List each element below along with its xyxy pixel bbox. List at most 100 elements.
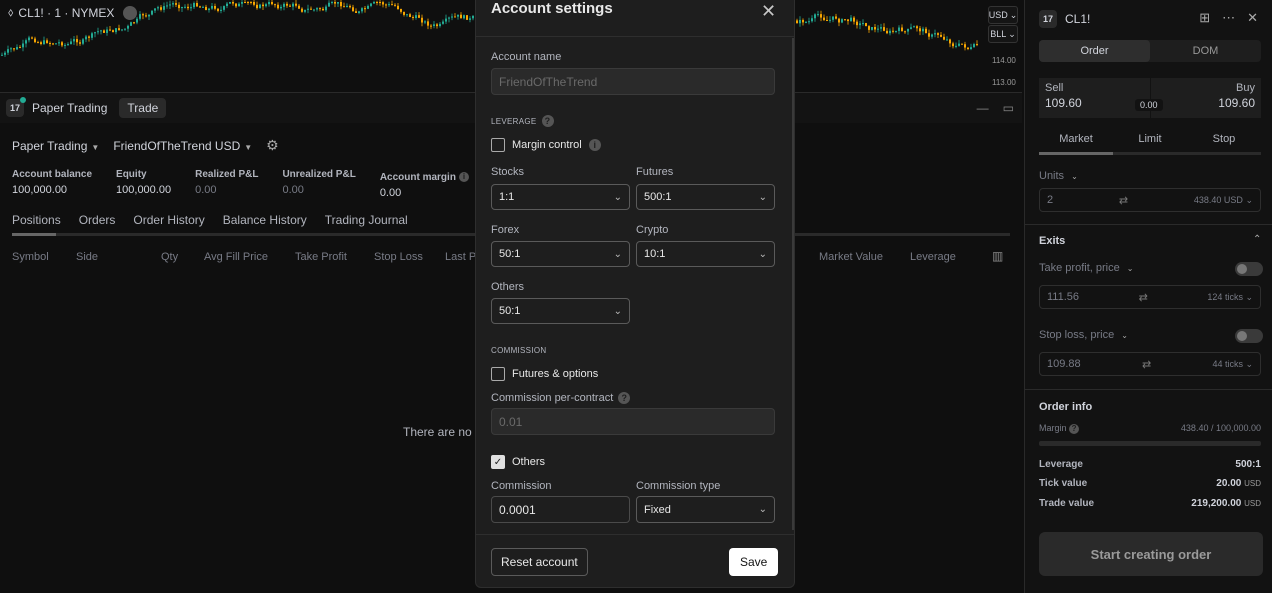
columns-settings-icon[interactable]: ▥ [992, 249, 1003, 263]
futures-options-checkbox[interactable] [491, 367, 505, 381]
crypto-leverage-select[interactable]: 10:1 ⌄ [636, 241, 775, 267]
account-dropdown[interactable]: FriendOfTheTrend USD ▼ [113, 139, 252, 153]
account-type-dropdown[interactable]: Paper Trading ▼ [12, 139, 99, 153]
column-header[interactable]: Last P [445, 251, 476, 263]
commission-input[interactable]: 0.0001 [491, 496, 630, 523]
swap-icon[interactable]: ⇄ [1119, 194, 1128, 207]
candle-body [46, 40, 48, 43]
help-icon[interactable]: ? [541, 115, 554, 127]
help-icon[interactable]: ? [618, 392, 631, 404]
gear-icon[interactable]: ⚙ [266, 137, 279, 154]
candle-body [82, 39, 84, 44]
tab-order-history[interactable]: Order History [133, 213, 204, 227]
candle-body [28, 37, 30, 41]
commission-per-contract-label: Commission per-contract [491, 392, 614, 404]
candle-body [280, 6, 282, 9]
dialog-title: Account settings [491, 0, 613, 17]
tab-market[interactable]: Market [1039, 133, 1113, 145]
candle-body [76, 39, 78, 43]
forex-label: Forex [491, 224, 520, 236]
candle-body [139, 14, 141, 19]
info-icon[interactable]: i [588, 139, 601, 151]
candle-body [109, 29, 111, 31]
close-icon[interactable]: ✕ [761, 1, 776, 22]
commission-per-contract-field[interactable]: 0.01 [491, 408, 775, 435]
stop-loss-value: 109.88 [1047, 358, 1081, 370]
others-commission-checkbox[interactable]: ✓ [491, 455, 505, 469]
save-button[interactable]: Save [729, 548, 779, 576]
column-header[interactable]: Take Profit [295, 251, 347, 263]
forex-leverage-select[interactable]: 50:1 ⌄ [491, 241, 630, 267]
candle-body [298, 5, 300, 9]
candle-body [196, 3, 198, 7]
column-header[interactable]: Market Value [819, 251, 883, 263]
candle-body [844, 19, 846, 21]
candle-body [934, 33, 936, 35]
candle-body [244, 2, 246, 3]
column-header[interactable]: Symbol [12, 251, 49, 263]
candle-body [403, 11, 405, 15]
currency-button[interactable]: USD ⌄ [988, 6, 1018, 24]
candle-body [373, 2, 375, 4]
futures-leverage-select[interactable]: 500:1 ⌄ [636, 184, 775, 210]
stop-loss-dropdown[interactable]: Stop loss, price ⌄ [1039, 329, 1128, 341]
margin-control-checkbox[interactable] [491, 138, 505, 152]
chevron-up-icon[interactable]: ⌃ [1253, 234, 1261, 245]
layout-icon[interactable]: ⊞ [1199, 10, 1210, 26]
candle-body [442, 21, 444, 24]
candle-body [835, 16, 837, 19]
units-input[interactable]: 2 ⇄ 438.40 USD ⌄ [1039, 188, 1261, 212]
stop-loss-input[interactable]: 109.88 ⇄ 44 ticks ⌄ [1039, 352, 1261, 376]
candle-body [907, 28, 909, 32]
start-creating-order-button[interactable]: Start creating order [1039, 532, 1263, 576]
candle-body [202, 6, 204, 8]
tab-limit[interactable]: Limit [1113, 133, 1187, 145]
candle-body [205, 6, 207, 11]
close-icon[interactable]: ✕ [1247, 10, 1258, 26]
buy-button[interactable]: Buy 109.60 [1150, 78, 1261, 118]
tab-trading-journal[interactable]: Trading Journal [325, 213, 408, 227]
take-profit-dropdown[interactable]: Take profit, price ⌄ [1039, 262, 1133, 274]
take-profit-input[interactable]: 111.56 ⇄ 124 ticks ⌄ [1039, 285, 1261, 309]
swap-icon[interactable]: ⇄ [1139, 291, 1148, 304]
column-header[interactable]: Stop Loss [374, 251, 423, 263]
commission-type-select[interactable]: Fixed ⌄ [636, 496, 775, 523]
candle-body [970, 47, 972, 50]
tab-balance-history[interactable]: Balance History [223, 213, 307, 227]
take-profit-toggle[interactable] [1235, 262, 1263, 276]
reset-account-button[interactable]: Reset account [491, 548, 588, 576]
candle-body [955, 45, 957, 47]
stocks-leverage-select[interactable]: 1:1 ⌄ [491, 184, 630, 210]
others-leverage-select[interactable]: 50:1 ⌄ [491, 298, 630, 324]
column-header[interactable]: Avg Fill Price [204, 251, 268, 263]
tab-stop[interactable]: Stop [1187, 133, 1261, 145]
help-icon[interactable]: ? [1069, 423, 1080, 434]
tab-positions[interactable]: Positions [12, 213, 61, 227]
candle-body [466, 15, 468, 20]
maximize-icon[interactable]: ▭ [1003, 101, 1014, 115]
more-icon[interactable]: ⋯ [1222, 10, 1235, 26]
column-header[interactable]: Qty [161, 251, 178, 263]
dialog-scrollbar[interactable] [792, 38, 794, 530]
tab-dom[interactable]: DOM [1150, 40, 1261, 62]
unit-button[interactable]: BLL ⌄ [988, 25, 1018, 43]
column-header[interactable]: Leverage [910, 251, 956, 263]
info-icon[interactable]: i [458, 171, 469, 182]
candle-body [268, 2, 270, 5]
take-profit-ticks: 124 ticks [1207, 291, 1243, 302]
stat-value: 0.00 [282, 184, 304, 196]
tab-order[interactable]: Order [1039, 40, 1150, 62]
sell-button[interactable]: Sell 109.60 [1039, 78, 1151, 118]
stop-loss-toggle[interactable] [1235, 329, 1263, 343]
column-header[interactable]: Side [76, 251, 98, 263]
candle-body [319, 8, 321, 10]
candle-body [184, 6, 186, 8]
candle-body [292, 3, 294, 7]
trade-button[interactable]: Trade [119, 98, 167, 118]
swap-icon[interactable]: ⇄ [1142, 358, 1151, 371]
account-name-field[interactable]: FriendOfTheTrend [491, 68, 775, 95]
stat-item: Unrealized P&L 0.00 [282, 169, 355, 199]
tab-orders[interactable]: Orders [79, 213, 116, 227]
minimize-icon[interactable]: — [977, 101, 989, 115]
units-dropdown[interactable]: Units ⌄ [1039, 170, 1078, 182]
